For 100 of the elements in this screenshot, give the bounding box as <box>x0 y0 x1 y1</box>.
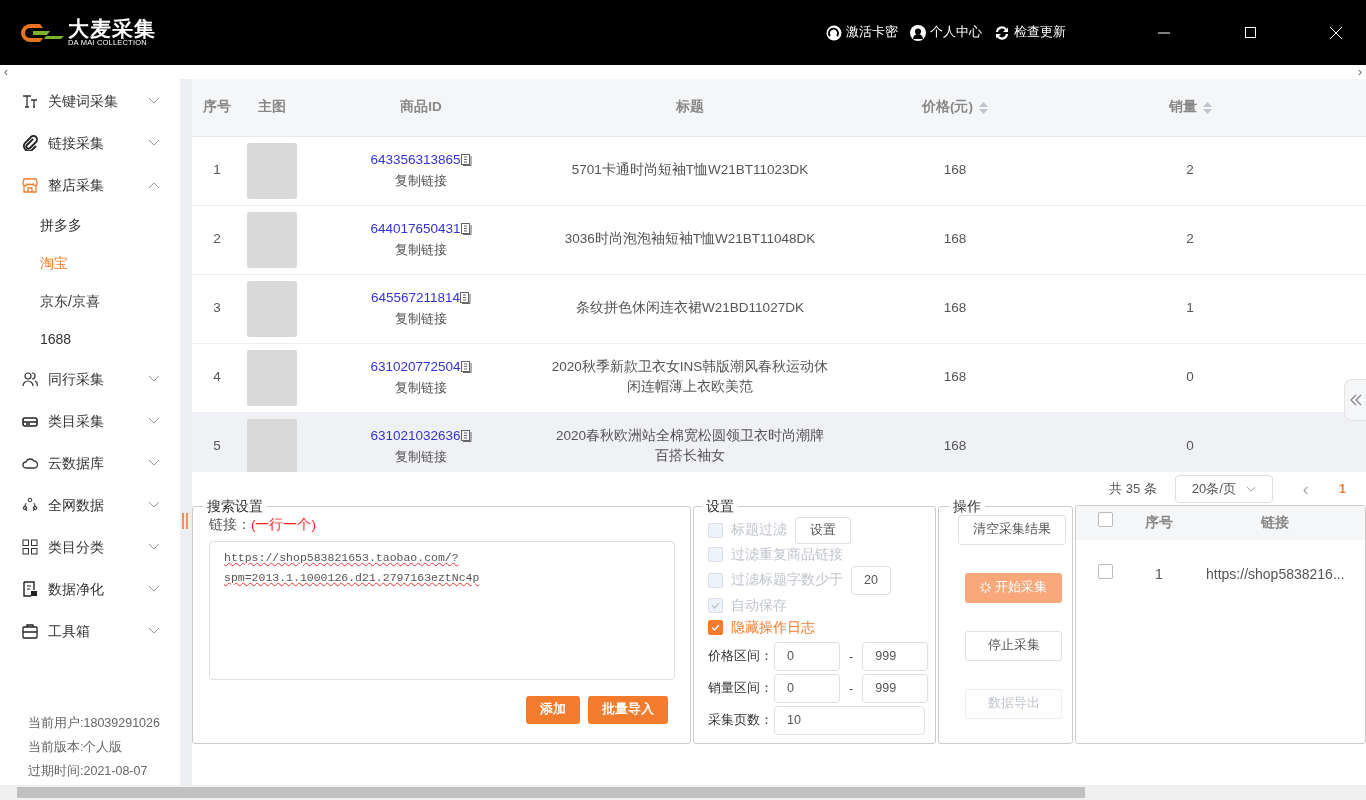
sales-text: 0 <box>1186 369 1194 385</box>
product-id-link[interactable]: 643356313865 <box>370 150 461 171</box>
scroll-right-arrow[interactable]: › <box>1358 65 1362 79</box>
sort-icon <box>1202 101 1212 114</box>
max-input[interactable]: 999 <box>862 673 929 703</box>
table-row[interactable]: 2 644017650431 复制链接 3036时尚泡泡袖短袖T恤W21BT11048DK 168 2 <box>192 205 1366 274</box>
sales-text: 1 <box>1186 300 1194 316</box>
table-row[interactable]: 5 631021032636 复制链接 2020春秋欧洲站全棉宽松圆领卫衣时尚潮牌百搭长袖女 168 0 <box>192 412 1366 472</box>
copy-icon[interactable] <box>460 361 472 374</box>
sidebar-item[interactable]: 整店采集 <box>0 164 180 206</box>
price-text: 168 <box>943 300 967 316</box>
header-link[interactable]: 个人中心 <box>910 23 982 42</box>
field-label: 价格区间： <box>708 647 768 665</box>
collapse-tab[interactable] <box>1344 379 1366 421</box>
sidebar-item[interactable]: 类目采集 <box>0 400 180 442</box>
min-input[interactable]: 0 <box>774 641 840 671</box>
sidebar-item[interactable]: 云数据库 <box>0 442 180 484</box>
cloud-icon <box>22 455 38 471</box>
users-icon <box>22 371 38 387</box>
row-number: 1 <box>213 162 221 178</box>
grid-icon <box>22 539 38 555</box>
checkbox[interactable] <box>708 620 723 636</box>
table-row[interactable]: 3 645567211814 复制链接 条纹拼色休闲连衣裙W21BD11027DK 168 1 <box>192 274 1366 343</box>
product-id-link[interactable]: 644017650431 <box>370 219 461 240</box>
sidebar-item[interactable]: 同行采集 <box>0 358 180 400</box>
copy-icon[interactable] <box>460 430 472 443</box>
copy-link-button[interactable]: 复制链接 <box>395 308 447 328</box>
row-number: 5 <box>213 438 221 454</box>
check-icon <box>711 602 720 610</box>
link-text: https://shop5838216... <box>1206 565 1345 582</box>
option-label: 隐藏操作日志 <box>731 618 815 637</box>
option-label: 过滤重复商品链接 <box>731 545 843 564</box>
sidebar-item[interactable]: 数据净化 <box>0 568 180 610</box>
hint-text: (一行一个) <box>251 515 316 534</box>
min-input[interactable]: 0 <box>774 673 840 703</box>
table-row[interactable]: 4 631020772504 复制链接 2020秋季新款卫衣女INS韩版潮风春秋运动休闲连帽薄上衣欧美范 168 0 <box>192 343 1366 412</box>
checkbox[interactable] <box>1097 563 1113 579</box>
sidebar-item[interactable]: 链接采集 <box>0 122 180 164</box>
product-id-link[interactable]: 631021032636 <box>370 426 461 447</box>
row-number: 1 <box>1155 565 1163 582</box>
copy-link-button[interactable]: 复制链接 <box>395 239 447 259</box>
product-title: 条纹拼色休闲连衣裙W21BD11027DK <box>576 299 804 318</box>
horizontal-scrollbar[interactable] <box>0 785 1366 800</box>
price-text: 168 <box>943 231 967 247</box>
page-size-select[interactable]: 20条/页 <box>1174 475 1273 503</box>
sidebar-item[interactable]: 全网数据 <box>0 484 180 526</box>
total-count: 共 35 条 <box>1109 480 1157 499</box>
option-label: 标题过滤 <box>731 521 787 540</box>
product-id-link[interactable]: 645567211814 <box>370 288 461 309</box>
photo-placeholder <box>247 418 297 472</box>
network-icon <box>22 497 38 513</box>
column-header: 商品ID <box>302 79 540 136</box>
sidebar-subitem[interactable]: 拼多多 <box>0 206 180 244</box>
copy-icon[interactable] <box>460 223 472 236</box>
price-text: 168 <box>943 369 967 385</box>
account-info: 当前用户:18039291026 <box>27 715 161 732</box>
product-title: 2020春秋欧洲站全棉宽松圆领卫衣时尚潮牌百搭长袖女 <box>554 427 825 466</box>
price-text: 168 <box>943 162 967 178</box>
copy-link-button[interactable]: 复制链接 <box>395 446 447 466</box>
product-title: 5701卡通时尚短袖T恤W21BT11023DK <box>571 161 809 180</box>
pages-input[interactable]: 10 <box>774 705 925 735</box>
document-icon <box>22 581 38 597</box>
action-button[interactable]: 清空采集结果 <box>958 514 1066 545</box>
max-input[interactable]: 999 <box>862 641 929 671</box>
column-header: 序号 <box>1145 514 1173 530</box>
logo-text: 大麦采集 <box>68 18 156 40</box>
close-icon[interactable] <box>1328 24 1344 41</box>
sidebar-item[interactable]: 关键词采集 <box>0 80 180 122</box>
table-row[interactable]: 1 643356313865 复制链接 5701卡通时尚短袖T恤W21BT11023DK 168 2 <box>192 136 1366 205</box>
sidebar-item[interactable]: 类目分类 <box>0 526 180 568</box>
row-number: 3 <box>213 300 221 316</box>
product-id-link[interactable]: 631020772504 <box>370 357 461 378</box>
sidebar-item[interactable]: 工具箱 <box>0 610 180 652</box>
photo-placeholder <box>247 349 297 406</box>
column-header: 主图 <box>242 79 302 136</box>
spinner-icon <box>980 582 991 594</box>
option-label: 自动保存 <box>731 596 787 615</box>
action-button[interactable]: 停止采集 <box>965 630 1062 661</box>
sidebar-subitem[interactable]: 1688 <box>0 320 180 358</box>
copy-link-button[interactable]: 复制链接 <box>395 377 447 397</box>
field-label: 销量区间： <box>708 679 768 697</box>
range-separator: - <box>849 679 854 698</box>
sidebar-subitem[interactable]: 京东/京喜 <box>0 282 180 320</box>
copy-icon[interactable] <box>460 292 472 305</box>
links-input[interactable]: https://shop583821653.taobao.com/?spm=2013.1.1000126.d21.2797163eztNc4p <box>209 541 675 681</box>
option-label: 过滤标题字数少于 <box>731 571 843 590</box>
scroll-left-arrow[interactable]: ‹ <box>4 65 8 79</box>
product-title: 3036时尚泡泡袖短袖T恤W21BT11048DK <box>564 230 816 249</box>
price-text: 168 <box>943 438 967 454</box>
maximize-icon[interactable] <box>1242 24 1258 41</box>
sales-text: 2 <box>1186 231 1194 247</box>
header-link[interactable]: 激活卡密 <box>826 23 898 42</box>
drag-handle-icon[interactable] <box>181 512 189 529</box>
panel-title: 操作 <box>952 498 982 515</box>
checkbox[interactable] <box>1097 512 1113 528</box>
copy-link-button[interactable]: 复制链接 <box>395 170 447 190</box>
row-number: 2 <box>213 231 221 247</box>
header-link[interactable]: 检查更新 <box>994 23 1066 42</box>
paperclip-icon <box>22 135 38 151</box>
copy-icon[interactable] <box>460 154 472 167</box>
